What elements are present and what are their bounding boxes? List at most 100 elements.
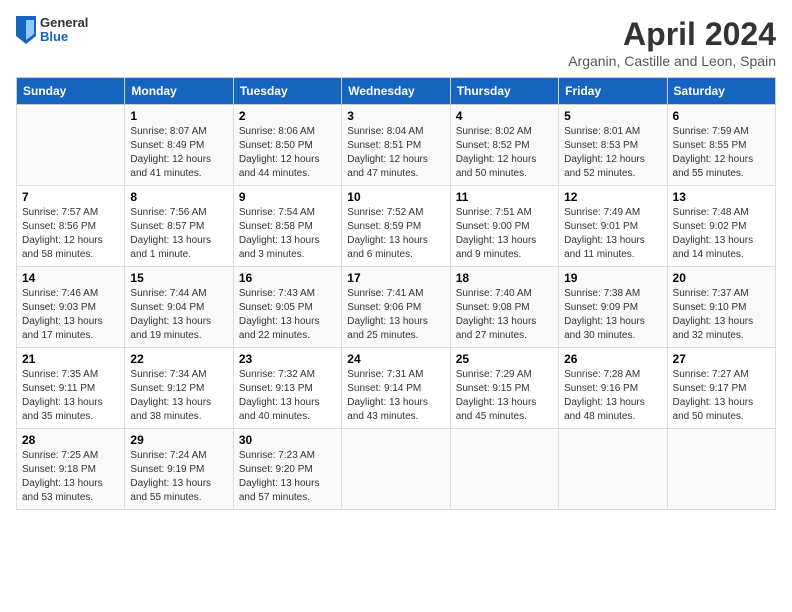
col-header-thursday: Thursday xyxy=(450,78,558,105)
cell-info: Sunrise: 7:49 AMSunset: 9:01 PMDaylight:… xyxy=(564,206,661,262)
cell-info: Sunrise: 7:57 AMSunset: 8:56 PMDaylight:… xyxy=(22,206,119,262)
day-number: 25 xyxy=(456,352,553,366)
calendar-cell: 30Sunrise: 7:23 AMSunset: 9:20 PMDayligh… xyxy=(233,429,341,510)
main-title: April 2024 xyxy=(568,16,776,53)
cell-info: Sunrise: 7:34 AMSunset: 9:12 PMDaylight:… xyxy=(130,368,227,424)
col-header-sunday: Sunday xyxy=(17,78,125,105)
calendar-cell: 12 Sunrise: 7:49 AMSunset: 9:01 PMDayligh… xyxy=(559,186,667,267)
calendar-cell: 5 Sunrise: 8:01 AMSunset: 8:53 PMDaylight… xyxy=(559,105,667,186)
day-number: 1 xyxy=(130,109,227,123)
day-number: 23 xyxy=(239,352,336,366)
calendar-cell: 14 Sunrise: 7:46 AMSunset: 9:03 PMDayligh… xyxy=(17,267,125,348)
day-number: 9 xyxy=(239,190,336,204)
cell-info: Sunrise: 8:07 AMSunset: 8:49 PMDaylight:… xyxy=(130,125,227,181)
calendar-cell: 17 Sunrise: 7:41 AMSunset: 9:06 PMDayligh… xyxy=(342,267,450,348)
day-number: 29 xyxy=(130,433,227,447)
calendar-cell: 11 Sunrise: 7:51 AMSunset: 9:00 PMDayligh… xyxy=(450,186,558,267)
cell-info: Sunrise: 7:32 AMSunset: 9:13 PMDaylight:… xyxy=(239,368,336,424)
day-number: 4 xyxy=(456,109,553,123)
day-number: 6 xyxy=(673,109,770,123)
cell-info: Sunrise: 7:29 AMSunset: 9:15 PMDaylight:… xyxy=(456,368,553,424)
day-number: 21 xyxy=(22,352,119,366)
cell-info: Sunrise: 7:28 AMSunset: 9:16 PMDaylight:… xyxy=(564,368,661,424)
cell-info: Sunrise: 7:31 AMSunset: 9:14 PMDaylight:… xyxy=(347,368,444,424)
cell-info: Sunrise: 7:37 AMSunset: 9:10 PMDaylight:… xyxy=(673,287,770,343)
logo-blue-text: Blue xyxy=(40,30,88,44)
calendar-cell: 10Sunrise: 7:52 AMSunset: 8:59 PMDayligh… xyxy=(342,186,450,267)
logo-icon xyxy=(16,16,36,44)
calendar-cell: 28Sunrise: 7:25 AMSunset: 9:18 PMDayligh… xyxy=(17,429,125,510)
title-area: April 2024 Arganin, Castille and Leon, S… xyxy=(568,16,776,69)
day-number: 24 xyxy=(347,352,444,366)
day-number: 27 xyxy=(673,352,770,366)
day-number: 16 xyxy=(239,271,336,285)
logo-text: General Blue xyxy=(40,16,88,45)
calendar-cell: 2 Sunrise: 8:06 AMSunset: 8:50 PMDaylight… xyxy=(233,105,341,186)
calendar-cell: 15 Sunrise: 7:44 AMSunset: 9:04 PMDayligh… xyxy=(125,267,233,348)
cell-info: Sunrise: 7:56 AMSunset: 8:57 PMDaylight:… xyxy=(130,206,227,262)
day-number: 8 xyxy=(130,190,227,204)
logo: General Blue xyxy=(16,16,88,45)
cell-info: Sunrise: 7:41 AMSunset: 9:06 PMDaylight:… xyxy=(347,287,444,343)
cell-info: Sunrise: 7:24 AMSunset: 9:19 PMDaylight:… xyxy=(130,449,227,505)
cell-info: Sunrise: 7:27 AMSunset: 9:17 PMDaylight:… xyxy=(673,368,770,424)
col-header-tuesday: Tuesday xyxy=(233,78,341,105)
week-row-3: 14 Sunrise: 7:46 AMSunset: 9:03 PMDayligh… xyxy=(17,267,776,348)
calendar-cell xyxy=(450,429,558,510)
cell-info: Sunrise: 7:40 AMSunset: 9:08 PMDaylight:… xyxy=(456,287,553,343)
day-number: 17 xyxy=(347,271,444,285)
cell-info: Sunrise: 7:44 AMSunset: 9:04 PMDaylight:… xyxy=(130,287,227,343)
cell-info: Sunrise: 7:51 AMSunset: 9:00 PMDaylight:… xyxy=(456,206,553,262)
calendar-cell: 27 Sunrise: 7:27 AMSunset: 9:17 PMDayligh… xyxy=(667,348,775,429)
calendar-cell: 21Sunrise: 7:35 AMSunset: 9:11 PMDayligh… xyxy=(17,348,125,429)
col-header-monday: Monday xyxy=(125,78,233,105)
day-number: 12 xyxy=(564,190,661,204)
cell-info: Sunrise: 7:46 AMSunset: 9:03 PMDaylight:… xyxy=(22,287,119,343)
day-number: 18 xyxy=(456,271,553,285)
calendar-cell: 22 Sunrise: 7:34 AMSunset: 9:12 PMDayligh… xyxy=(125,348,233,429)
calendar-cell: 19 Sunrise: 7:38 AMSunset: 9:09 PMDayligh… xyxy=(559,267,667,348)
day-number: 15 xyxy=(130,271,227,285)
calendar-cell: 6 Sunrise: 7:59 AMSunset: 8:55 PMDaylight… xyxy=(667,105,775,186)
calendar-cell: 13Sunrise: 7:48 AMSunset: 9:02 PMDayligh… xyxy=(667,186,775,267)
calendar-cell: 20 Sunrise: 7:37 AMSunset: 9:10 PMDayligh… xyxy=(667,267,775,348)
day-number: 22 xyxy=(130,352,227,366)
col-header-wednesday: Wednesday xyxy=(342,78,450,105)
calendar-cell: 3Sunrise: 8:04 AMSunset: 8:51 PMDaylight… xyxy=(342,105,450,186)
cell-info: Sunrise: 8:04 AMSunset: 8:51 PMDaylight:… xyxy=(347,125,444,181)
day-number: 20 xyxy=(673,271,770,285)
col-header-friday: Friday xyxy=(559,78,667,105)
logo-general-text: General xyxy=(40,16,88,30)
calendar-cell: 23 Sunrise: 7:32 AMSunset: 9:13 PMDayligh… xyxy=(233,348,341,429)
week-row-4: 21Sunrise: 7:35 AMSunset: 9:11 PMDayligh… xyxy=(17,348,776,429)
day-number: 2 xyxy=(239,109,336,123)
calendar-cell: 18 Sunrise: 7:40 AMSunset: 9:08 PMDayligh… xyxy=(450,267,558,348)
calendar-cell xyxy=(667,429,775,510)
page-header: General Blue April 2024 Arganin, Castill… xyxy=(16,16,776,69)
day-number: 10 xyxy=(347,190,444,204)
day-number: 30 xyxy=(239,433,336,447)
calendar-cell: 7 Sunrise: 7:57 AMSunset: 8:56 PMDaylight… xyxy=(17,186,125,267)
calendar-cell xyxy=(342,429,450,510)
day-number: 26 xyxy=(564,352,661,366)
day-number: 11 xyxy=(456,190,553,204)
cell-info: Sunrise: 7:38 AMSunset: 9:09 PMDaylight:… xyxy=(564,287,661,343)
week-row-1: 1 Sunrise: 8:07 AMSunset: 8:49 PMDaylight… xyxy=(17,105,776,186)
week-row-2: 7 Sunrise: 7:57 AMSunset: 8:56 PMDaylight… xyxy=(17,186,776,267)
day-number: 14 xyxy=(22,271,119,285)
cell-info: Sunrise: 8:01 AMSunset: 8:53 PMDaylight:… xyxy=(564,125,661,181)
cell-info: Sunrise: 7:25 AMSunset: 9:18 PMDaylight:… xyxy=(22,449,119,505)
calendar-cell xyxy=(559,429,667,510)
cell-info: Sunrise: 8:06 AMSunset: 8:50 PMDaylight:… xyxy=(239,125,336,181)
calendar-cell: 8 Sunrise: 7:56 AMSunset: 8:57 PMDaylight… xyxy=(125,186,233,267)
day-number: 13 xyxy=(673,190,770,204)
calendar-cell xyxy=(17,105,125,186)
subtitle: Arganin, Castille and Leon, Spain xyxy=(568,53,776,69)
cell-info: Sunrise: 7:59 AMSunset: 8:55 PMDaylight:… xyxy=(673,125,770,181)
day-number: 7 xyxy=(22,190,119,204)
cell-info: Sunrise: 8:02 AMSunset: 8:52 PMDaylight:… xyxy=(456,125,553,181)
calendar-cell: 29 Sunrise: 7:24 AMSunset: 9:19 PMDayligh… xyxy=(125,429,233,510)
col-header-saturday: Saturday xyxy=(667,78,775,105)
day-number: 19 xyxy=(564,271,661,285)
day-number: 5 xyxy=(564,109,661,123)
